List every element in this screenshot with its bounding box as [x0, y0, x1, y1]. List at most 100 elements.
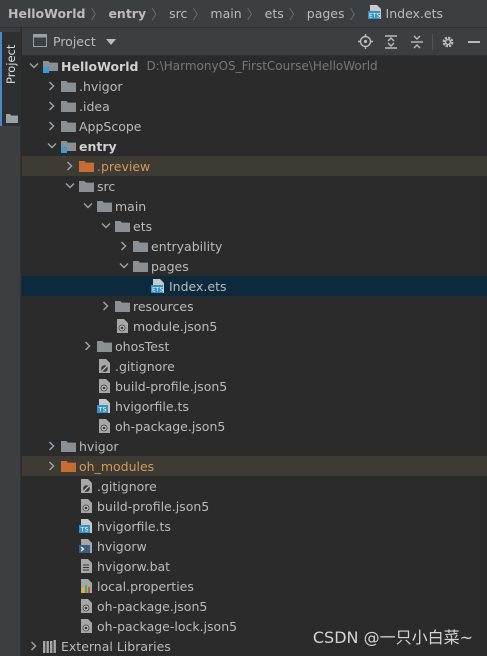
tree-folder-row[interactable]: main: [22, 196, 487, 216]
collapse-all-icon[interactable]: [404, 28, 430, 55]
chevron-right-icon[interactable]: [26, 636, 42, 656]
properties-file-icon: [78, 578, 94, 594]
json-file-icon: [78, 618, 94, 634]
breadcrumb-item[interactable]: HelloWorld: [8, 6, 85, 21]
breadcrumb: HelloWorld 〉 entry 〉 src 〉 main 〉 ets 〉 pages 〉 ETS I…: [0, 0, 487, 28]
svg-text:TS: TS: [98, 406, 107, 414]
chevron-right-icon[interactable]: [44, 116, 60, 136]
tree-file-row[interactable]: hvigorw.bat: [22, 556, 487, 576]
ets-file-icon: ETS: [367, 5, 382, 22]
watermark: CSDN @一只小白菜~: [312, 628, 473, 647]
tree-item-label: local.properties: [97, 578, 194, 594]
chevron-right-icon[interactable]: [116, 236, 132, 256]
expand-all-icon[interactable]: [378, 28, 404, 55]
chevron-right-icon[interactable]: [98, 296, 114, 316]
tree-item-label: ets: [133, 218, 153, 234]
ts-file-icon: TS: [96, 398, 112, 414]
chevron-right-icon[interactable]: [62, 156, 78, 176]
tree-folder-row[interactable]: ets: [22, 216, 487, 236]
chevron-right-icon[interactable]: [44, 76, 60, 96]
ts-file-icon: TS: [78, 518, 94, 534]
chevron-down-icon[interactable]: [98, 216, 114, 236]
tree-item-label: entry: [79, 138, 117, 154]
chevron-right-icon[interactable]: [80, 336, 96, 356]
breadcrumb-separator: 〉: [349, 8, 363, 23]
breadcrumb-label: Index.ets: [385, 6, 444, 21]
breadcrumb-separator: 〉: [151, 8, 165, 23]
tree-file-row[interactable]: .gitignore: [22, 476, 487, 496]
module-folder-icon: [42, 58, 58, 74]
project-path: D:\HarmonyOS_FirstCourse\HelloWorld: [146, 59, 378, 73]
breadcrumb-separator: 〉: [246, 8, 260, 23]
tree-item-label: hvigorw: [97, 538, 147, 554]
tree-item-label: build-profile.json5: [115, 378, 228, 394]
json-file-icon: [96, 378, 112, 394]
tree-item-label: oh-package.json5: [97, 598, 208, 614]
project-view-label: Project: [53, 34, 96, 49]
tree-folder-row[interactable]: ohosTest: [22, 336, 487, 356]
breadcrumb-item[interactable]: main: [210, 6, 241, 21]
json-file-icon: [78, 598, 94, 614]
breadcrumb-item[interactable]: src: [169, 6, 187, 21]
svg-text:ETS: ETS: [369, 13, 380, 20]
tree-file-row[interactable]: hvigorw: [22, 536, 487, 556]
folder-icon: [96, 198, 112, 214]
gear-icon[interactable]: [435, 28, 461, 55]
chevron-right-icon[interactable]: [44, 456, 60, 476]
tree-file-row[interactable]: build-profile.json5: [22, 496, 487, 516]
chevron-down-icon[interactable]: [80, 196, 96, 216]
tree-file-row[interactable]: build-profile.json5: [22, 376, 487, 396]
tree-folder-row[interactable]: resources: [22, 296, 487, 316]
tree-item-label: .hvigor: [79, 78, 123, 94]
tree-file-row[interactable]: TS hvigorfile.ts: [22, 516, 487, 536]
text-file-icon: [78, 558, 94, 574]
tree-file-row[interactable]: ETS Index.ets: [22, 276, 487, 296]
tree-file-row[interactable]: TS hvigorfile.ts: [22, 396, 487, 416]
tree-folder-row[interactable]: oh_modules: [22, 456, 487, 476]
tree-item-label: HelloWorld: [61, 58, 139, 74]
gitignore-file-icon: [78, 478, 94, 494]
chevron-down-icon[interactable]: [116, 256, 132, 276]
tree-file-row[interactable]: oh-package.json5: [22, 416, 487, 436]
json-file-icon: [78, 498, 94, 514]
folder-icon: [78, 178, 94, 194]
chevron-down-icon[interactable]: [44, 136, 60, 156]
breadcrumb-item[interactable]: entry: [108, 6, 146, 21]
breadcrumb-item[interactable]: ETS Index.ets: [367, 5, 444, 22]
chevron-down-icon[interactable]: [62, 176, 78, 196]
tree-folder-row[interactable]: HelloWorld D:\HarmonyOS_FirstCourse\Hello…: [22, 56, 487, 76]
tree-folder-row[interactable]: AppScope: [22, 116, 487, 136]
tree-file-row[interactable]: oh-package.json5: [22, 596, 487, 616]
project-view-selector[interactable]: Project: [33, 33, 116, 50]
tree-item-label: .idea: [79, 98, 110, 114]
tree-folder-row[interactable]: pages: [22, 256, 487, 276]
breadcrumb-separator: 〉: [90, 8, 104, 23]
folder-icon: [132, 258, 148, 274]
locate-file-icon[interactable]: [352, 28, 378, 55]
tree-item-label: ohosTest: [115, 338, 170, 354]
tree-folder-row[interactable]: .idea: [22, 96, 487, 116]
chevron-right-icon[interactable]: [44, 436, 60, 456]
tree-folder-row[interactable]: hvigor: [22, 436, 487, 456]
chevron-right-icon[interactable]: [44, 96, 60, 116]
folder-icon: [114, 298, 130, 314]
tree-file-row[interactable]: .gitignore: [22, 356, 487, 376]
tree-folder-row[interactable]: .preview: [22, 156, 487, 176]
tree-item-label: oh-package.json5: [115, 418, 226, 434]
tree-folder-row[interactable]: src: [22, 176, 487, 196]
breadcrumb-item[interactable]: pages: [307, 6, 345, 21]
tree-item-label: oh_modules: [79, 458, 155, 474]
tree-item-label: .gitignore: [97, 478, 157, 494]
tree-item-label: .preview: [97, 158, 151, 174]
tree-file-row[interactable]: module.json5: [22, 316, 487, 336]
tree-folder-row[interactable]: entry: [22, 136, 487, 156]
tree-folder-row[interactable]: .hvigor: [22, 76, 487, 96]
chevron-down-icon[interactable]: [26, 56, 42, 76]
project-tool-tab[interactable]: Project: [0, 32, 21, 126]
breadcrumb-item[interactable]: ets: [265, 6, 284, 21]
tree-item-label: .gitignore: [115, 358, 175, 374]
tree-file-row[interactable]: local.properties: [22, 576, 487, 596]
folder-icon: [6, 112, 18, 126]
hide-panel-icon[interactable]: [461, 28, 487, 55]
tree-folder-row[interactable]: entryability: [22, 236, 487, 256]
